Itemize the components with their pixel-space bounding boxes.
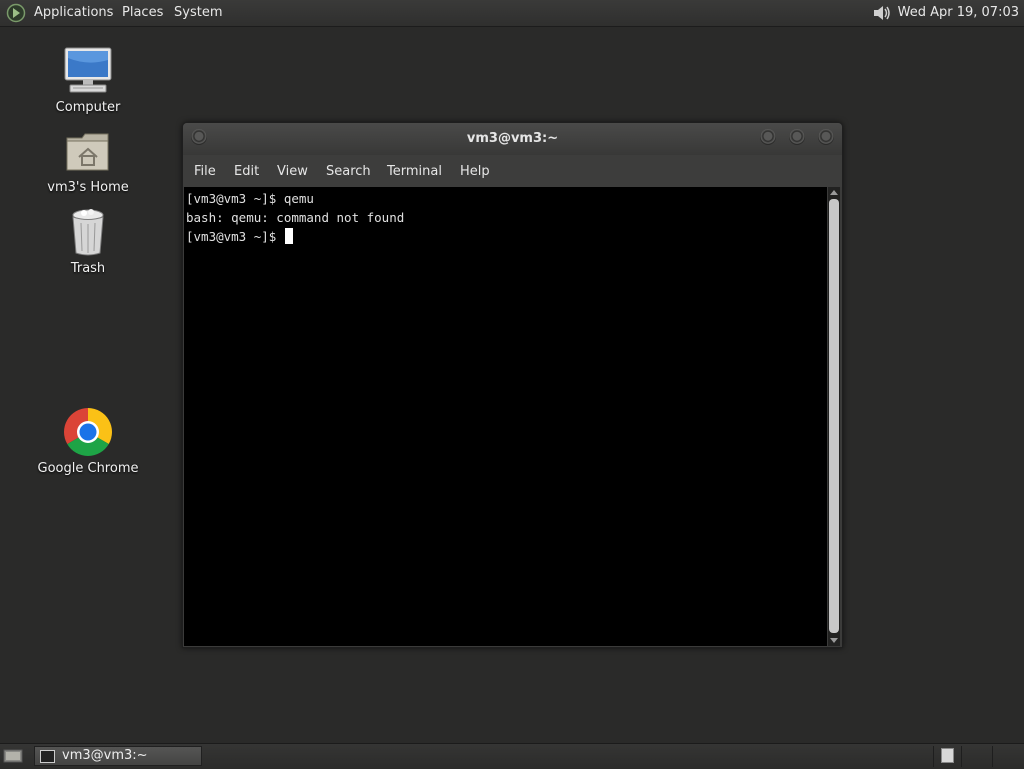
trash-icon <box>72 209 104 256</box>
minimize-button[interactable] <box>760 129 776 145</box>
clock[interactable]: Wed Apr 19, 07:03 <box>898 5 1019 21</box>
menu-help[interactable]: Help <box>460 164 490 180</box>
desktop-icon-label: Trash <box>70 261 106 276</box>
menu-edit[interactable]: Edit <box>234 164 259 180</box>
menu-file[interactable]: File <box>194 164 216 180</box>
panel-divider <box>961 746 962 767</box>
scrollbar-thumb[interactable] <box>829 199 839 633</box>
menu-terminal[interactable]: Terminal <box>387 164 442 180</box>
desktop-icon-chrome[interactable]: Google Chrome <box>28 407 148 476</box>
desktop-icon-trash[interactable]: Trash <box>28 207 148 276</box>
window-titlebar[interactable]: vm3@vm3:~ <box>183 123 842 155</box>
terminal-icon <box>40 750 55 763</box>
text-cursor <box>284 228 293 244</box>
panel-divider <box>933 746 934 767</box>
desktop-icon-label: Google Chrome <box>37 461 139 476</box>
terminal-scrollbar[interactable] <box>828 187 840 646</box>
window-title: vm3@vm3:~ <box>466 131 559 146</box>
system-menu[interactable]: System <box>174 5 222 21</box>
mate-menu-icon[interactable] <box>6 3 26 23</box>
terminal-line: [vm3@vm3 ~]$ qemu <box>186 191 314 206</box>
terminal-prompt-line[interactable]: [vm3@vm3 ~]$ <box>186 228 293 245</box>
desktop-icon-home[interactable]: vm3's Home <box>28 128 148 195</box>
speaker-icon[interactable] <box>871 3 893 23</box>
desktop-icon-label: Computer <box>55 100 121 115</box>
places-menu[interactable]: Places <box>122 5 163 21</box>
terminal-menubar: File Edit View Search Terminal Help <box>183 155 842 187</box>
terminal-line: bash: qemu: command not found <box>186 210 405 225</box>
top-panel: Applications Places System Wed Apr 19, 0… <box>0 0 1024 27</box>
terminal-prompt: [vm3@vm3 ~]$ <box>186 229 284 244</box>
bottom-panel: vm3@vm3:~ <box>0 743 1024 769</box>
menu-search[interactable]: Search <box>326 164 371 180</box>
terminal-output[interactable]: [vm3@vm3 ~]$ qemu bash: qemu: command no… <box>184 187 827 646</box>
taskbar-item-terminal[interactable]: vm3@vm3:~ <box>34 746 202 766</box>
applications-menu[interactable]: Applications <box>34 5 113 21</box>
menu-view[interactable]: View <box>277 164 308 180</box>
desktop-icon-computer[interactable]: Computer <box>28 46 148 115</box>
terminal-window[interactable]: vm3@vm3:~ File Edit View Search Terminal… <box>182 122 843 648</box>
panel-divider <box>992 746 993 767</box>
scroll-up-icon[interactable] <box>830 190 838 195</box>
workspace-1[interactable] <box>941 748 954 763</box>
show-desktop-icon[interactable] <box>3 748 23 764</box>
chrome-icon <box>64 408 112 456</box>
desktop-icon-label: vm3's Home <box>47 180 129 195</box>
scroll-down-icon[interactable] <box>830 638 838 643</box>
maximize-button[interactable] <box>789 129 805 145</box>
close-button[interactable] <box>818 129 834 145</box>
taskbar-item-label: vm3@vm3:~ <box>62 748 148 763</box>
computer-icon <box>64 47 112 93</box>
home-folder-icon <box>66 133 109 171</box>
